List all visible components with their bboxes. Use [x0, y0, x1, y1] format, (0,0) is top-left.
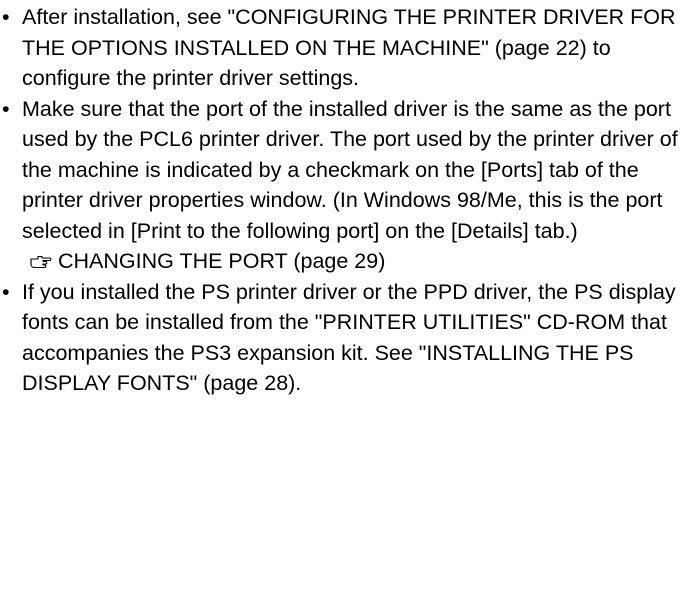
bullet-dot: •: [2, 96, 10, 121]
list-item-text: After installation, see "CONFIGURING THE…: [22, 5, 676, 90]
list-item-text: Make sure that the port of the installed…: [22, 96, 678, 243]
bullet-dot: •: [2, 5, 10, 29]
list-item-after-installation: • After installation, see "CONFIGURING T…: [0, 2, 680, 94]
pointing-hand-icon: [30, 255, 52, 269]
list-item-text: If you installed the PS printer driver o…: [22, 279, 676, 396]
list-item-ps-fonts: • If you installed the PS printer driver…: [0, 277, 680, 399]
list-item-port-check: • Make sure that the port of the install…: [0, 94, 680, 277]
notes-list: • After installation, see "CONFIGURING T…: [0, 2, 680, 399]
cross-reference-text[interactable]: CHANGING THE PORT (page 29): [58, 249, 385, 273]
bullet-dot: •: [2, 279, 10, 304]
cross-reference[interactable]: CHANGING THE PORT (page 29): [22, 246, 680, 277]
